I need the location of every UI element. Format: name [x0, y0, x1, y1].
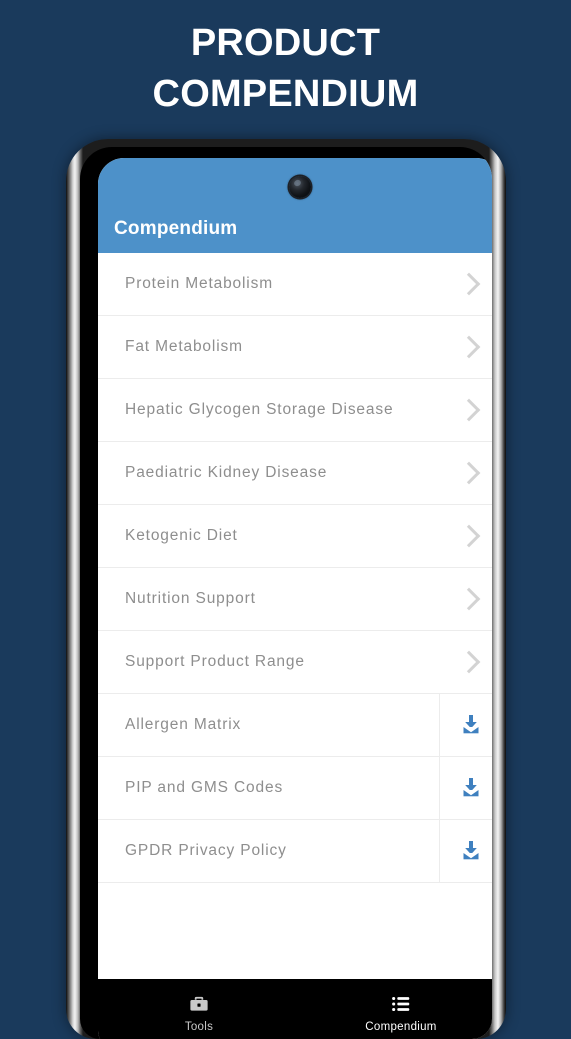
list-item-label: Protein Metabolism — [125, 275, 273, 292]
app-bar: Compendium — [98, 158, 492, 253]
list-item[interactable]: Nutrition Support — [98, 568, 492, 631]
list-item-action[interactable] — [440, 316, 492, 378]
list-item-action[interactable] — [440, 631, 492, 693]
chevron-right-icon — [457, 272, 480, 296]
list-item-action[interactable] — [440, 505, 492, 567]
phone-bezel: Compendium Protein Metabolism Fat Metabo… — [80, 147, 492, 1039]
compendium-list[interactable]: Protein Metabolism Fat Metabolism Hepati… — [98, 253, 492, 979]
list-item-action[interactable] — [440, 442, 492, 504]
list-item[interactable]: PIP and GMS Codes — [98, 757, 492, 820]
list-item-action[interactable] — [440, 253, 492, 315]
download-button[interactable] — [439, 820, 492, 882]
list-item-label: Support Product Range — [125, 653, 305, 670]
list-item[interactable]: Support Product Range — [98, 631, 492, 694]
list-item[interactable]: Hepatic Glycogen Storage Disease — [98, 379, 492, 442]
nav-item-tools[interactable]: Tools — [98, 993, 300, 1033]
list-item[interactable]: Protein Metabolism — [98, 253, 492, 316]
camera-punch-hole-icon — [289, 176, 311, 198]
list-item-label: GPDR Privacy Policy — [125, 842, 287, 859]
list-item[interactable]: Ketogenic Diet — [98, 505, 492, 568]
download-button[interactable] — [439, 694, 492, 756]
briefcase-icon — [190, 996, 208, 1011]
chevron-right-icon — [457, 398, 480, 422]
list-item-label: Hepatic Glycogen Storage Disease — [125, 401, 394, 418]
nav-item-label: Compendium — [365, 1021, 437, 1033]
list-item[interactable]: GPDR Privacy Policy — [98, 820, 492, 883]
download-icon — [463, 715, 479, 734]
nav-item-label: Tools — [184, 1021, 214, 1033]
list-item[interactable]: Paediatric Kidney Disease — [98, 442, 492, 505]
app-bar-title: Compendium — [114, 218, 238, 239]
chevron-right-icon — [457, 587, 480, 611]
list-item-label: Fat Metabolism — [125, 338, 243, 355]
list-item-label: Ketogenic Diet — [125, 527, 238, 544]
chevron-right-icon — [457, 524, 480, 548]
list-item-label: Allergen Matrix — [125, 716, 242, 733]
download-icon — [463, 841, 479, 860]
bottom-navigation-bar: Tools Compendium — [98, 979, 492, 1039]
chevron-right-icon — [457, 650, 480, 674]
list-item[interactable]: Fat Metabolism — [98, 316, 492, 379]
list-item-label: Paediatric Kidney Disease — [125, 464, 328, 481]
download-icon — [463, 778, 479, 797]
list-icon — [392, 996, 410, 1012]
download-button[interactable] — [439, 757, 492, 819]
phone-screen: Compendium Protein Metabolism Fat Metabo… — [98, 158, 492, 1039]
phone-mockup: Compendium Protein Metabolism Fat Metabo… — [66, 139, 506, 1039]
page-title: PRODUCT COMPENDIUM — [152, 22, 419, 115]
list-item-action[interactable] — [440, 379, 492, 441]
nav-item-compendium[interactable]: Compendium — [300, 993, 492, 1033]
list-item-action[interactable] — [440, 568, 492, 630]
list-item-label: PIP and GMS Codes — [125, 779, 284, 796]
list-item-label: Nutrition Support — [125, 590, 256, 607]
list-item[interactable]: Allergen Matrix — [98, 694, 492, 757]
chevron-right-icon — [457, 335, 480, 359]
chevron-right-icon — [457, 461, 480, 485]
